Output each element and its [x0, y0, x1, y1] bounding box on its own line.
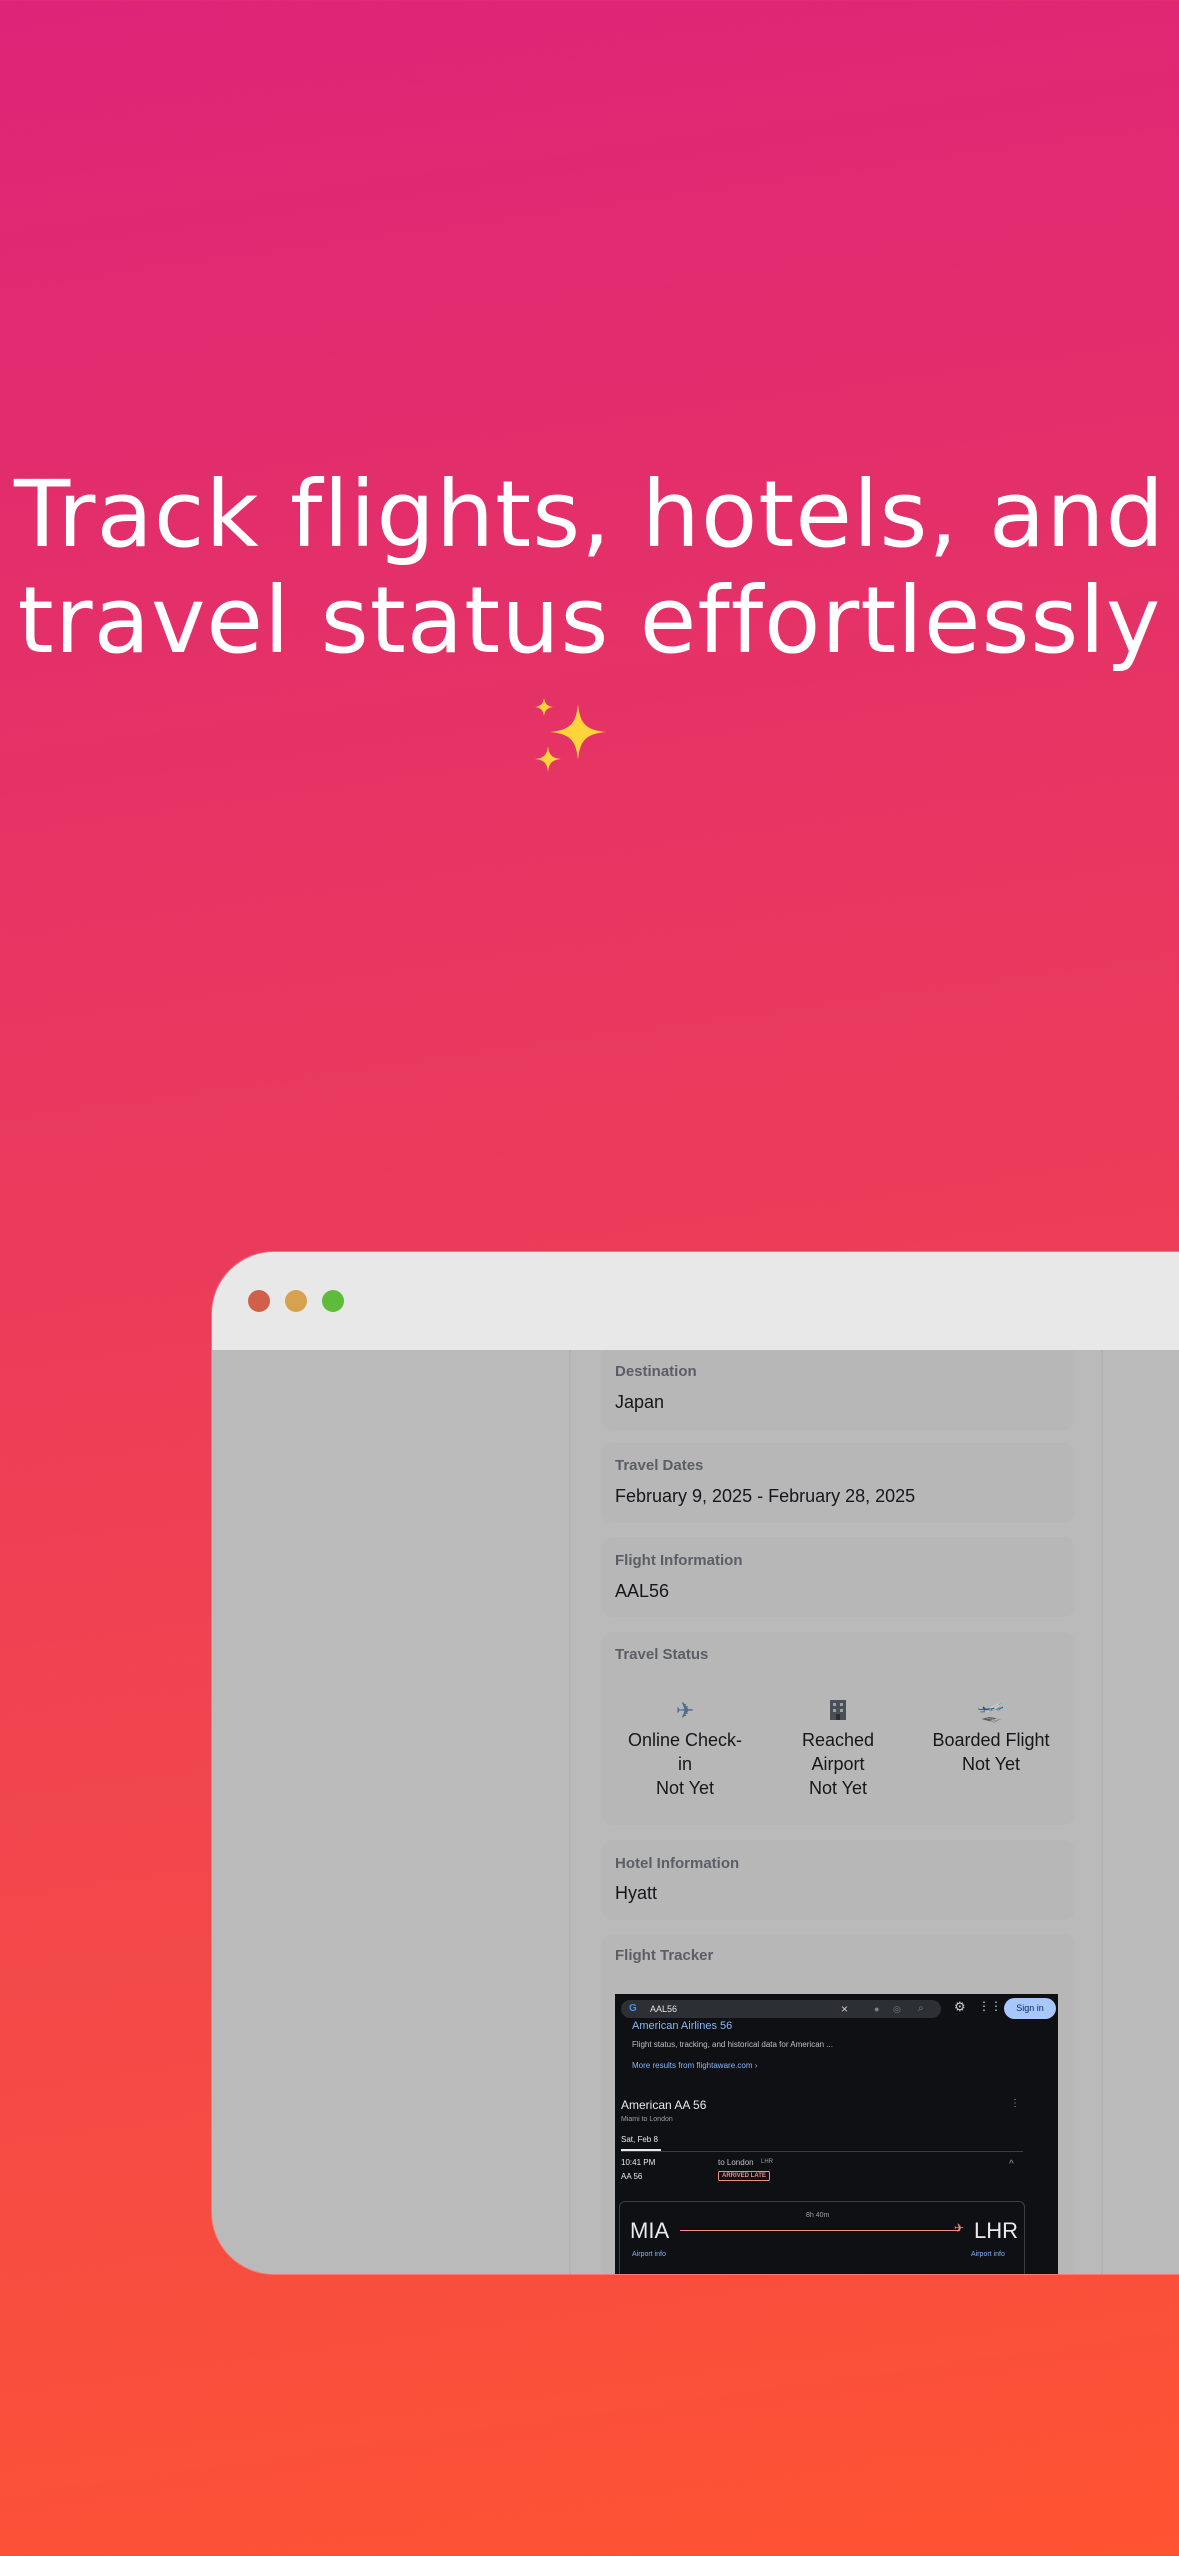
- tracker-search-query: AAL56: [650, 2004, 678, 2014]
- airplane-icon: ✈: [675, 1698, 695, 1723]
- tracker-more-options-icon[interactable]: ⋮: [1010, 2098, 1020, 2109]
- tracker-destination-airport-info-link[interactable]: Airport info: [971, 2251, 1005, 2258]
- collapse-chevron-icon[interactable]: ^: [1009, 2159, 1014, 2170]
- tracker-date-tab[interactable]: Sat, Feb 8: [621, 2135, 658, 2144]
- clear-search-icon[interactable]: ×: [841, 2002, 848, 2016]
- tracker-origin-airport-info-link[interactable]: Airport info: [632, 2251, 666, 2258]
- tracker-result-title[interactable]: American Airlines 56: [632, 2020, 732, 2032]
- destination-card: Destination Japan: [602, 1350, 1074, 1430]
- status-reached-airport-label-2: Airport: [811, 1754, 865, 1774]
- tracker-departure-time: 10:41 PM: [621, 2158, 656, 2167]
- travel-dates-value: February 9, 2025 - February 28, 2025: [615, 1486, 916, 1506]
- status-reached-airport-label: Reached: [801, 1730, 875, 1750]
- tracker-route-line: [680, 2230, 960, 2231]
- hotel-information-label: Hotel Information: [615, 1855, 740, 1872]
- tracker-search-bar[interactable]: G AAL56 × ● ◎ ⌕: [621, 2000, 941, 2018]
- tracker-flight-name: American AA 56: [621, 2098, 707, 2112]
- column-divider-left: [569, 1350, 571, 2274]
- travel-status-label: Travel Status: [615, 1646, 709, 1663]
- status-boarded-flight-label: Boarded Flight: [932, 1730, 1050, 1750]
- building-icon: [762, 1698, 914, 1724]
- tracker-destination-code: LHR: [974, 2218, 1019, 2243]
- tracker-route: Miami to London: [621, 2116, 673, 2123]
- status-online-check-in-label-2: in: [677, 1754, 692, 1774]
- headline-line-2: travel status effortlessly: [17, 567, 1162, 674]
- status-reached-airport: Reached Airport Not Yet: [762, 1698, 914, 1800]
- status-reached-airport-state: Not Yet: [808, 1778, 868, 1798]
- status-boarded-flight-state: Not Yet: [961, 1754, 1021, 1774]
- status-online-check-in: ✈ Online Check- in Not Yet: [609, 1698, 761, 1800]
- tracker-sign-in-button[interactable]: Sign in: [1004, 1998, 1056, 2019]
- departing-plane-icon: 🛫: [977, 1698, 1005, 1723]
- headline-line-1: Track flights, hotels, and: [13, 461, 1166, 568]
- column-divider-right: [1101, 1350, 1103, 2274]
- travel-dates-card: Travel Dates February 9, 2025 - February…: [602, 1443, 1074, 1523]
- destination-value: Japan: [615, 1392, 665, 1412]
- tracker-duration: 8h 40m: [806, 2212, 830, 2219]
- tracker-flight-code: AA 56: [621, 2172, 643, 2181]
- tracker-origin-code: MIA: [630, 2218, 670, 2243]
- tracker-to-label: to London: [718, 2158, 754, 2167]
- minimize-window-button[interactable]: [285, 1290, 307, 1312]
- camera-icon[interactable]: ◎: [893, 2004, 901, 2015]
- sparkles-icon: [535, 698, 606, 772]
- flight-tracker-label: Flight Tracker: [615, 1947, 714, 1964]
- tracker-status-badge: ARRIVED LATE: [718, 2171, 770, 2181]
- settings-gear-icon[interactable]: ⚙: [954, 1999, 966, 2015]
- hotel-information-card: Hotel Information Hyatt: [602, 1840, 1074, 1920]
- window-title-bar: [212, 1252, 1179, 1350]
- tracker-result-description: Flight status, tracking, and historical …: [632, 2040, 833, 2049]
- travel-status-card: Travel Status ✈ Online Check- in Not Yet…: [602, 1632, 1074, 1825]
- flight-information-label: Flight Information: [615, 1552, 743, 1569]
- apps-grid-icon[interactable]: ⋮⋮: [978, 1999, 1002, 2013]
- window-content: Destination Japan Travel Dates February …: [212, 1350, 1179, 2274]
- search-icon[interactable]: ⌕: [918, 2003, 924, 2014]
- microphone-icon[interactable]: ●: [874, 2004, 879, 2014]
- travel-dates-label: Travel Dates: [615, 1457, 704, 1474]
- status-boarded-flight: 🛫 Boarded Flight Not Yet: [915, 1698, 1067, 1776]
- status-online-check-in-state: Not Yet: [655, 1778, 715, 1798]
- status-online-check-in-label: Online Check-: [627, 1730, 743, 1750]
- flight-tracker-screenshot[interactable]: G AAL56 × ● ◎ ⌕ ⚙ ⋮⋮ Sign in American Ai…: [615, 1994, 1058, 2274]
- headline: Track flights, hotels, and travel status…: [0, 462, 1179, 674]
- tracker-divider: [621, 2151, 1023, 2152]
- flight-information-card: Flight Information AAL56: [602, 1537, 1074, 1617]
- tracker-more-results-link[interactable]: More results from flightaware.com ›: [632, 2061, 757, 2070]
- airplane-icon: ✈: [954, 2221, 965, 2235]
- browser-window: Destination Japan Travel Dates February …: [212, 1252, 1179, 2274]
- google-logo-icon: G: [629, 2003, 637, 2014]
- close-window-button[interactable]: [248, 1290, 270, 1312]
- tracker-route-card: MIA 8h 40m ✈ LHR Airport info Airport in…: [619, 2201, 1025, 2274]
- flight-information-value: AAL56: [615, 1581, 670, 1601]
- flight-tracker-card: Flight Tracker G AAL56 × ● ◎ ⌕ ⚙ ⋮⋮ Sign…: [602, 1934, 1074, 2274]
- maximize-window-button[interactable]: [322, 1290, 344, 1312]
- tracker-to-code: LHR: [761, 2159, 774, 2165]
- destination-label: Destination: [615, 1363, 697, 1380]
- hotel-information-value: Hyatt: [615, 1883, 658, 1903]
